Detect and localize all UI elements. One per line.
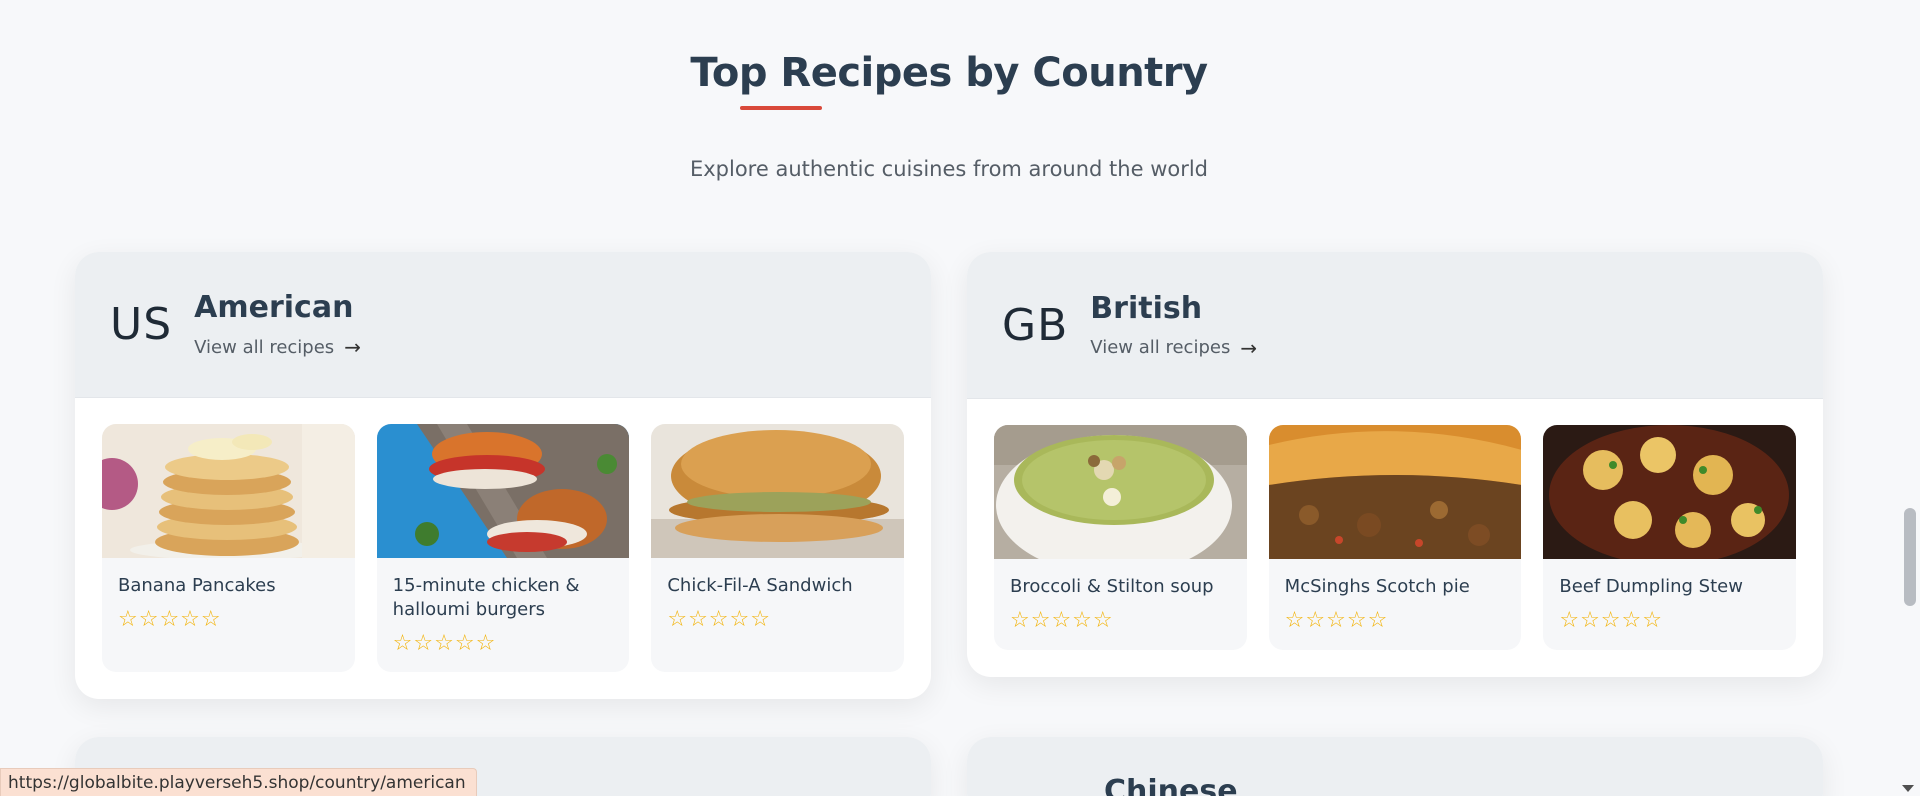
view-all-label: View all recipes <box>1090 337 1231 358</box>
recipe-card[interactable]: McSinghs Scotch pie ☆☆☆☆☆ <box>1268 425 1522 650</box>
recipe-image-beef-dumpling-stew <box>1543 425 1797 559</box>
scrollbar-thumb[interactable] <box>1904 508 1916 606</box>
recipe-title: McSinghs Scotch pie <box>1284 576 1470 597</box>
recipe-title: Beef Dumpling Stew <box>1559 576 1743 597</box>
country-name: Chinese <box>1104 774 1238 796</box>
country-card-chinese: Chinese <box>967 737 1823 796</box>
recipe-image-banana-pancakes <box>102 424 355 558</box>
recipes-row: Broccoli & Stilton soup ☆☆☆☆☆ McSinghs S… <box>967 399 1823 677</box>
status-bar-url: https://globalbite.playverseh5.shop/coun… <box>0 768 477 796</box>
recipe-card[interactable]: Beef Dumpling Stew ☆☆☆☆☆ <box>1543 425 1797 650</box>
country-code: GB <box>1002 299 1069 351</box>
view-all-recipes-link[interactable]: View all recipes → <box>194 335 361 359</box>
arrow-right-icon: → <box>344 335 361 359</box>
recipes-row: Banana Pancakes ☆☆☆☆☆ 15-minute chicken … <box>75 398 931 699</box>
star-rating: ☆☆☆☆☆ <box>118 606 222 631</box>
scrollbar[interactable] <box>1898 0 1920 796</box>
country-header: GB British View all recipes → <box>967 252 1823 399</box>
country-header: US American View all recipes → <box>75 252 931 398</box>
view-all-label: View all recipes <box>194 336 335 358</box>
recipe-card[interactable]: 15-minute chicken & halloumi burgers ☆☆☆… <box>376 424 630 672</box>
recipe-title: Banana Pancakes <box>118 575 276 596</box>
arrow-right-icon: → <box>1240 335 1258 360</box>
country-card-british: GB British View all recipes → Broccoli &… <box>967 252 1823 677</box>
recipe-image-broccoli-stilton-soup <box>994 425 1247 559</box>
country-name: British <box>1090 290 1203 326</box>
star-rating: ☆☆☆☆☆ <box>1010 607 1114 632</box>
recipe-card[interactable]: Broccoli & Stilton soup ☆☆☆☆☆ <box>994 425 1247 650</box>
star-rating: ☆☆☆☆☆ <box>392 630 497 655</box>
recipe-card[interactable]: Banana Pancakes ☆☆☆☆☆ <box>102 424 355 672</box>
recipe-card[interactable]: Chick-Fil-A Sandwich ☆☆☆☆☆ <box>651 424 905 672</box>
recipe-title: Chick-Fil-A Sandwich <box>667 575 853 596</box>
country-card-american: US American View all recipes → Banana Pa… <box>75 252 931 699</box>
recipe-title: Broccoli & Stilton soup <box>1010 576 1214 597</box>
star-rating: ☆☆☆☆☆ <box>667 606 771 631</box>
page-title: Top Recipes by Country <box>690 50 1208 96</box>
country-name: American <box>194 290 354 325</box>
country-code: US <box>110 299 173 350</box>
star-rating: ☆☆☆☆☆ <box>1559 607 1663 632</box>
title-underline <box>740 106 822 110</box>
star-rating: ☆☆☆☆☆ <box>1284 607 1389 632</box>
recipe-title: 15-minute chicken & halloumi burgers <box>392 575 580 620</box>
scroll-down-icon[interactable] <box>1902 785 1914 792</box>
view-all-recipes-link[interactable]: View all recipes → <box>1090 336 1257 360</box>
recipe-image-chicken-halloumi-burgers <box>376 424 630 558</box>
recipe-image-mcsinghs-scotch-pie <box>1268 425 1522 559</box>
page-subtitle: Explore authentic cuisines from around t… <box>689 157 1209 181</box>
country-header: Chinese <box>967 737 1823 796</box>
recipe-image-chick-fil-a-sandwich <box>651 424 905 558</box>
